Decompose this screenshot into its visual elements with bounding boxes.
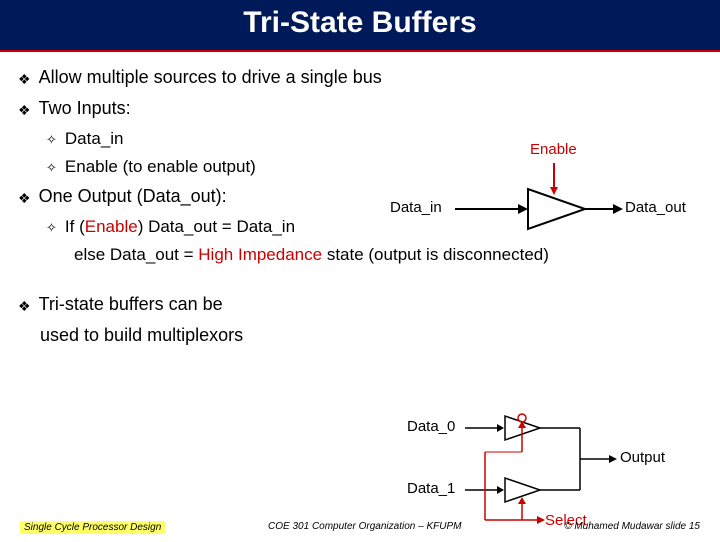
diamond-open-icon: ✧: [46, 218, 57, 238]
footer-left: Single Cycle Processor Design: [20, 521, 165, 534]
bullet-2: ❖ Two Inputs:: [18, 95, 702, 122]
bullet-2-text: Two Inputs:: [39, 95, 131, 122]
if-post: ) Data_out = Data_in: [138, 217, 295, 236]
slide-title: Tri-State Buffers: [0, 0, 720, 52]
diamond-open-icon: ✧: [46, 130, 57, 150]
footer-center: COE 301 Computer Organization – KFUPM: [268, 521, 461, 534]
slide-footer: Single Cycle Processor Design COE 301 Co…: [0, 521, 720, 534]
bullet-4-text: Tri-state buffers can be: [39, 291, 223, 318]
diamond-open-icon: ✧: [46, 158, 57, 178]
bullet-1-text: Allow multiple sources to drive a single…: [39, 64, 382, 91]
hi-z-word: High Impedance: [198, 245, 322, 264]
title-text: Tri-State Buffers: [243, 6, 476, 39]
tristate-buffer-icon: [390, 149, 700, 259]
slide-content: ❖ Allow multiple sources to drive a sing…: [0, 52, 720, 349]
tristate-diagram-1: Enable Data_in Data_out: [390, 149, 700, 259]
bullet-3-text: One Output (Data_out):: [39, 183, 227, 210]
diamond-icon: ❖: [18, 296, 31, 317]
bullet-1: ❖ Allow multiple sources to drive a sing…: [18, 64, 702, 91]
diamond-icon: ❖: [18, 69, 31, 90]
enable-word: Enable: [85, 217, 138, 236]
diamond-icon: ❖: [18, 100, 31, 121]
bullet-2b-text: Enable (to enable output): [65, 154, 256, 180]
bullet-2a: ✧ Data_in: [46, 126, 702, 152]
bullet-4-line2: used to build multiplexors: [40, 322, 702, 349]
footer-right: © Muhamed Mudawar slide 15: [564, 521, 700, 534]
bullet-2a-text: Data_in: [65, 126, 124, 152]
else-pre: else Data_out =: [74, 245, 198, 264]
diamond-icon: ❖: [18, 188, 31, 209]
if-pre: If (: [65, 217, 85, 236]
bullet-3a-text: If (Enable) Data_out = Data_in: [65, 214, 295, 240]
bullet-4: ❖ Tri-state buffers can be: [18, 291, 702, 318]
bullet-4-line2-text: used to build multiplexors: [40, 322, 243, 349]
